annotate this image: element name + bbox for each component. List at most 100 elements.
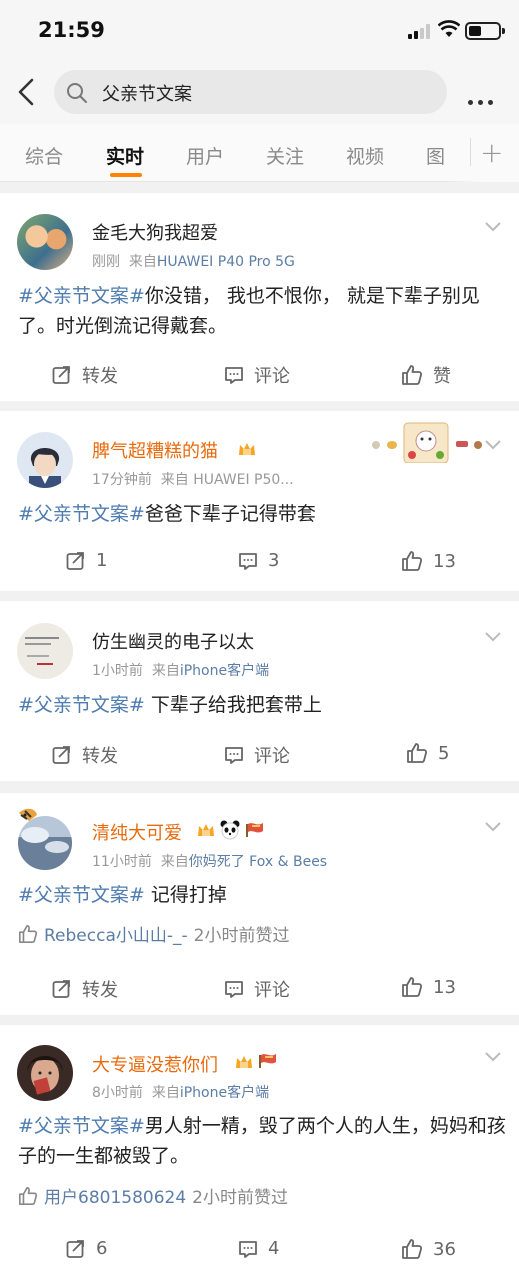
repost-button[interactable]: 转发 (52, 976, 118, 1002)
repost-icon (52, 366, 70, 384)
post-username[interactable]: 仿生幽灵的电子以太 (92, 628, 254, 654)
post-meta: 刚刚 来自HUAWEI P40 Pro 5G (92, 251, 295, 271)
post-source[interactable]: HUAWEI P50... (193, 472, 293, 488)
post-card[interactable]: 金毛大狗我超爱 刚刚 来自HUAWEI P40 Pro 5G #父亲节文案#你没… (0, 193, 519, 401)
comment-icon (225, 367, 243, 384)
post-source[interactable]: HUAWEI P40 Pro 5G (157, 254, 295, 270)
post-time: 17分钟前 (92, 472, 152, 488)
hashtag-link[interactable]: #父亲节文案# (18, 1115, 145, 1137)
post-time: 刚刚 (92, 254, 120, 270)
avatar[interactable] (15, 807, 75, 871)
thumbs-up-icon (407, 743, 428, 763)
avatar[interactable] (17, 432, 73, 488)
post-source[interactable]: iPhone客户端 (180, 1085, 269, 1101)
comment-count: 3 (268, 550, 280, 571)
liked-by-user[interactable]: Rebecca小山山-_- (44, 921, 188, 946)
chevron-down-icon[interactable] (484, 631, 502, 643)
comment-count: 评论 (254, 746, 290, 767)
comment-button[interactable]: 评论 (224, 362, 290, 388)
post-meta: 11小时前 来自你妈死了 Fox & Bees (92, 851, 327, 871)
tab-realtime[interactable]: 实时 (106, 142, 144, 169)
post-content: 记得打掉 (144, 884, 227, 906)
repost-button[interactable]: 转发 (52, 742, 118, 768)
post-source[interactable]: 你妈死了 Fox & Bees (189, 854, 327, 870)
hashtag-link[interactable]: #父亲节文案# (18, 285, 145, 307)
hashtag-link[interactable]: #父亲节文案# (18, 884, 145, 906)
like-button[interactable]: 13 (401, 550, 456, 572)
comment-button[interactable]: 评论 (224, 976, 290, 1002)
post-time: 8小时前 (92, 1085, 143, 1101)
post-card[interactable]: 仿生幽灵的电子以太 1小时前 来自iPhone客户端 #父亲节文案# 下辈子给我… (0, 601, 519, 781)
tab-divider (470, 138, 471, 166)
thumbs-up-icon (402, 1239, 423, 1259)
chevron-down-icon[interactable] (484, 221, 502, 233)
like-button[interactable]: 赞 (401, 362, 451, 388)
chevron-down-icon[interactable] (484, 439, 502, 451)
post-meta: 8小时前 来自iPhone客户端 (92, 1082, 269, 1102)
comment-icon (239, 552, 257, 570)
tab-images[interactable]: 图 (426, 142, 445, 169)
avatar[interactable] (17, 623, 73, 679)
like-button[interactable]: 36 (401, 1238, 456, 1260)
chevron-down-icon[interactable] (484, 821, 502, 833)
liked-by-user[interactable]: 用户6801580624 (44, 1183, 186, 1208)
search-header: 父亲节文案 (0, 62, 519, 124)
post-card[interactable]: 清纯大可爱 11小时前 来自你妈死了 Fox & Bees #父亲节文案# 记得… (0, 793, 519, 1015)
post-meta: 1小时前 来自iPhone客户端 (92, 660, 269, 680)
tab-users[interactable]: 用户 (186, 142, 224, 169)
comment-button[interactable]: 评论 (224, 742, 290, 768)
chevron-down-icon[interactable] (484, 1051, 502, 1063)
tab-overview[interactable]: 综合 (25, 142, 63, 169)
hashtag-link[interactable]: #父亲节文案# (18, 694, 145, 716)
like-count: 赞 (433, 366, 451, 387)
like-button[interactable]: 13 (401, 976, 456, 998)
tab-videos[interactable]: 视频 (346, 142, 384, 169)
post-username[interactable]: 金毛大狗我超爱 (92, 219, 218, 245)
post-source[interactable]: iPhone客户端 (180, 663, 269, 679)
repost-button[interactable]: 转发 (52, 362, 118, 388)
post-text: #父亲节文案#男人射一精，毁了两个人的人生，妈妈和孩子的一生都被毁了。 (18, 1111, 506, 1171)
post-card[interactable]: 脾气超糟糕的猫 17分钟前 来自 HUAWEI P50... #父亲节文案#爸爸… (0, 411, 519, 591)
add-tab-icon[interactable]: + (480, 136, 503, 169)
post-time: 1小时前 (92, 663, 143, 679)
search-input[interactable]: 父亲节文案 (54, 70, 447, 114)
avatar[interactable] (17, 1045, 73, 1101)
liked-by-row: 用户6801580624 2小时前赞过 (18, 1183, 288, 1208)
post-username[interactable]: 清纯大可爱 (92, 819, 182, 845)
search-query: 父亲节文案 (102, 84, 192, 105)
back-icon[interactable] (14, 76, 42, 108)
status-bar: 21:59 (0, 0, 519, 62)
post-username[interactable]: 脾气超糟糕的猫 (92, 437, 218, 463)
repost-count: 转发 (82, 366, 118, 387)
post-content: 下辈子给我把套带上 (144, 694, 322, 716)
post-text: #父亲节文案#你没错， 我也不恨你， 就是下辈子别见了。时光倒流记得戴套。 (18, 281, 506, 341)
like-count: 5 (438, 742, 450, 764)
like-button[interactable]: 5 (406, 742, 449, 764)
post-from-label: 来自 (151, 1085, 180, 1101)
battery-icon (465, 22, 505, 40)
comment-count: 评论 (254, 366, 290, 387)
repost-count: 1 (96, 550, 108, 571)
hashtag-link[interactable]: #父亲节文案# (18, 503, 145, 525)
repost-icon (66, 551, 84, 570)
tab-bar: 综合 实时 用户 关注 视频 图 + (0, 124, 519, 182)
comment-button[interactable]: 4 (238, 1238, 279, 1259)
tab-following[interactable]: 关注 (266, 142, 304, 169)
avatar[interactable] (17, 214, 73, 270)
post-card[interactable]: 大专逼没惹你们 8小时前 来自iPhone客户端 #父亲节文案#男人射一精，毁了… (0, 1025, 519, 1280)
post-text: #父亲节文案# 下辈子给我把套带上 (18, 690, 506, 720)
post-meta: 17分钟前 来自 HUAWEI P50... (92, 469, 294, 489)
decorative-sticker-icon (372, 422, 482, 463)
post-text: #父亲节文案# 记得打掉 (18, 880, 506, 910)
comment-button[interactable]: 3 (238, 550, 279, 571)
status-time: 21:59 (38, 18, 105, 42)
post-text: #父亲节文案#爸爸下辈子记得带套 (18, 499, 506, 529)
liked-by-row: Rebecca小山山-_- 2小时前赞过 (18, 921, 289, 946)
post-username[interactable]: 大专逼没惹你们 (92, 1051, 218, 1077)
repost-button[interactable]: 1 (66, 550, 107, 571)
comment-count: 评论 (254, 980, 290, 1001)
repost-button[interactable]: 6 (66, 1238, 107, 1259)
more-options-icon[interactable] (468, 90, 498, 109)
comment-count: 4 (268, 1238, 280, 1259)
cellular-signal-icon (408, 24, 432, 39)
